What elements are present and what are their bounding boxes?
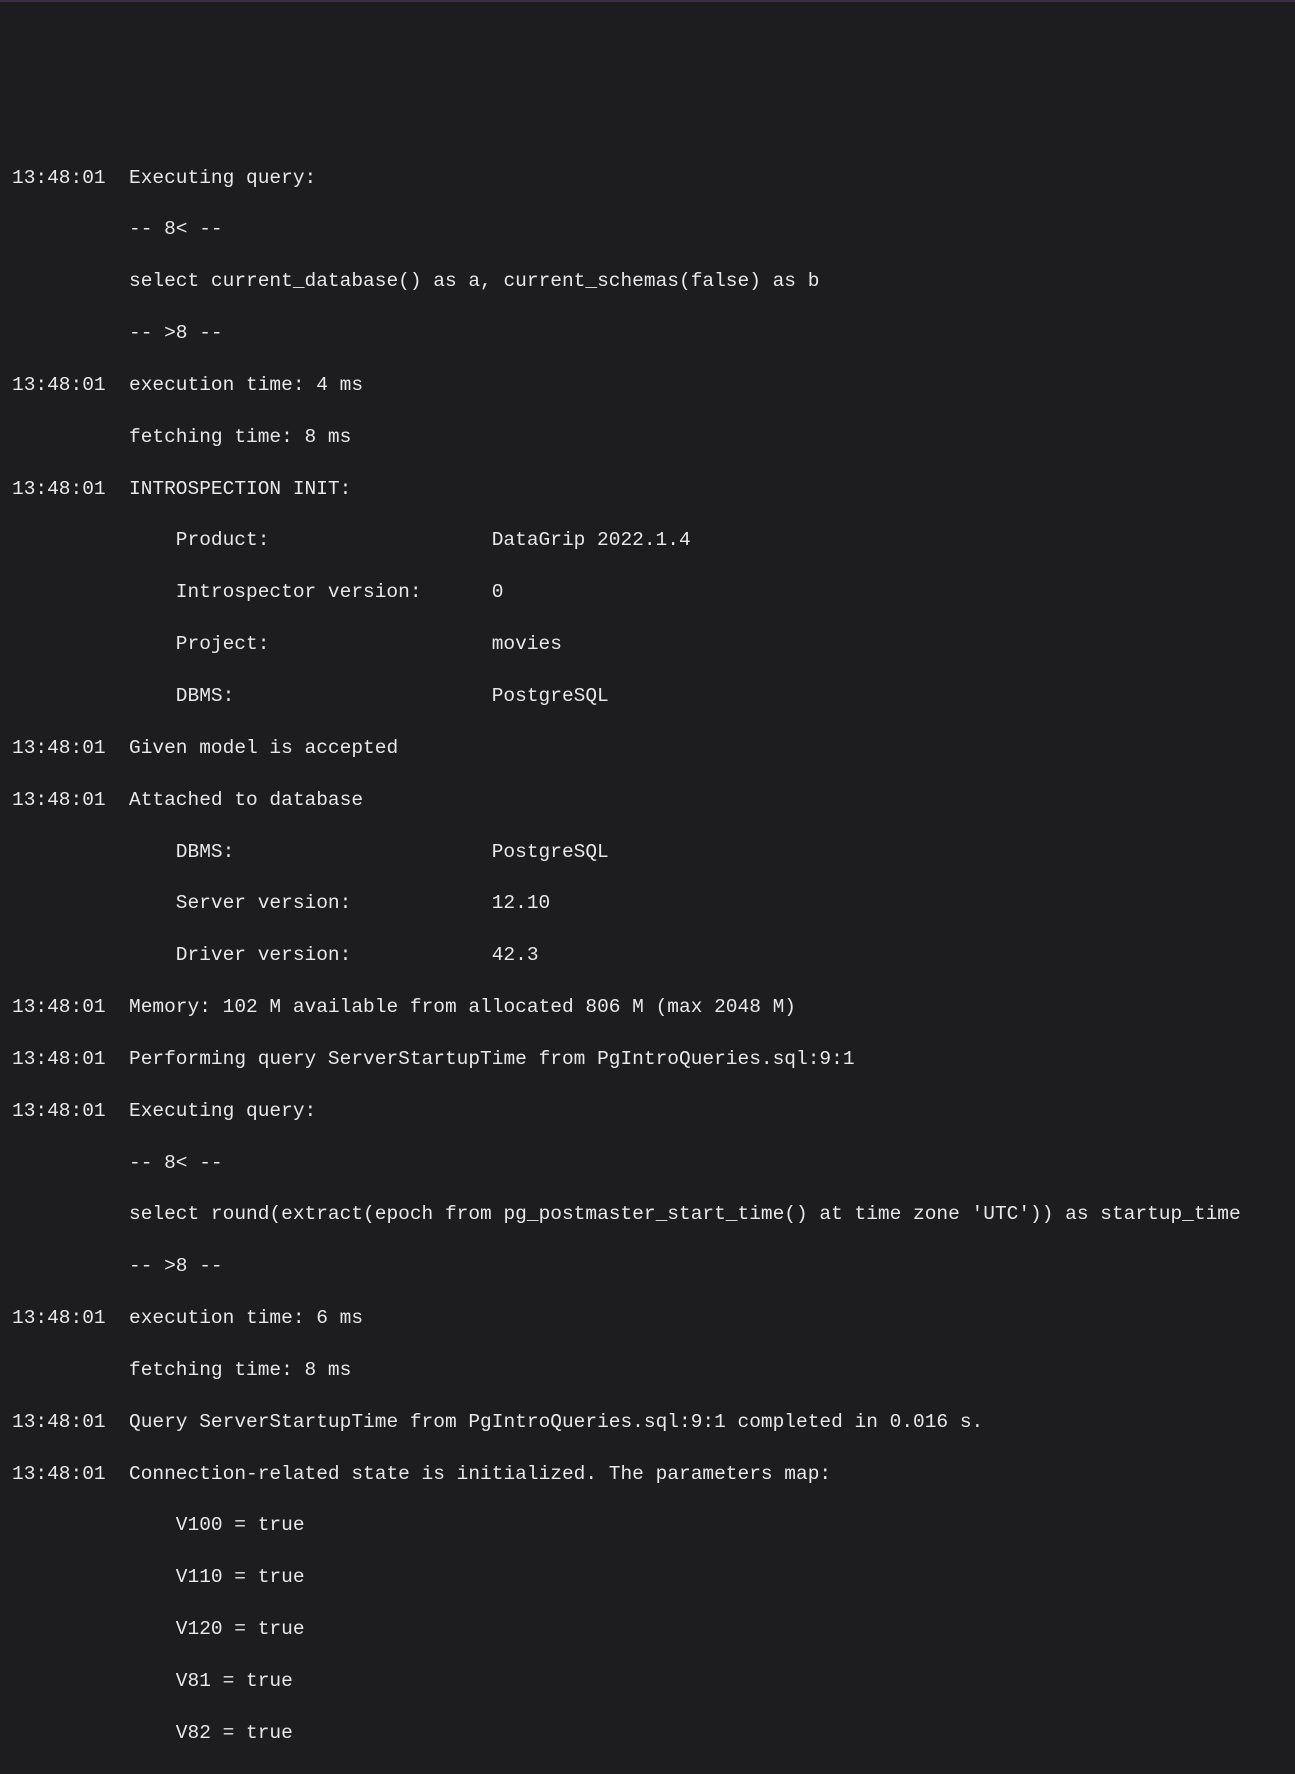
log-line: DBMS:PostgreSQL: [12, 684, 1283, 710]
log-line: 13:48:01 execution time: 4 ms: [12, 373, 1283, 399]
log-message: fetching time: 8 ms: [129, 1358, 1283, 1384]
log-message: DBMS:PostgreSQL: [129, 684, 1283, 710]
timestamp: 13:48:01: [12, 1047, 106, 1073]
log-line: -- >8 --: [12, 321, 1283, 347]
log-message: execution time: 6 ms: [129, 1306, 1283, 1332]
log-line: 13:48:01 INTROSPECTION INIT:: [12, 477, 1283, 503]
kv-key: DBMS:: [176, 684, 492, 710]
log-line: 13:48:01 Executing query:: [12, 166, 1283, 192]
timestamp: 13:48:01: [12, 373, 106, 399]
kv-value: 42.3: [492, 944, 539, 966]
timestamp: 13:48:01: [12, 166, 106, 192]
timestamp: 13:48:01: [12, 1462, 106, 1488]
log-line: 13:48:01 Query ServerStartupTime from PgI…: [12, 1410, 1283, 1436]
log-line: select round(extract(epoch from pg_postm…: [12, 1202, 1283, 1228]
log-line: Project:movies: [12, 632, 1283, 658]
timestamp: 13:48:01: [12, 995, 106, 1021]
sql-text: select round(extract(epoch from pg_postm…: [129, 1203, 1241, 1225]
log-line: V83 = true: [12, 1773, 1283, 1774]
log-line: DBMS:PostgreSQL: [12, 840, 1283, 866]
log-line: 13:48:01 Memory: 102 M available from all…: [12, 995, 1283, 1021]
log-line: -- 8< --: [12, 1151, 1283, 1177]
log-line: fetching time: 8 ms: [12, 1358, 1283, 1384]
log-message: Server version:12.10: [129, 891, 1283, 917]
log-line: 13:48:01 Given model is accepted: [12, 736, 1283, 762]
log-line: Driver version:42.3: [12, 943, 1283, 969]
log-message: Attached to database: [129, 788, 1283, 814]
kv-value: 12.10: [492, 892, 551, 914]
log-message: -- 8< --: [129, 217, 1283, 243]
log-line: Product:DataGrip 2022.1.4: [12, 528, 1283, 554]
log-line: -- 8< --: [12, 217, 1283, 243]
log-message: Query ServerStartupTime from PgIntroQuer…: [129, 1410, 1283, 1436]
kv-value: DataGrip 2022.1.4: [492, 529, 691, 551]
kv-key: Driver version:: [176, 943, 492, 969]
log-message: Introspector version:0: [129, 580, 1283, 606]
kv-key: Introspector version:: [176, 580, 492, 606]
kv-key: Project:: [176, 632, 492, 658]
log-line: Introspector version:0: [12, 580, 1283, 606]
log-message: V83 = true: [129, 1773, 1283, 1774]
log-line: select current_database() as a, current_…: [12, 269, 1283, 295]
sql-text: select current_database() as a, current_…: [129, 269, 1283, 295]
log-message: Project:movies: [129, 632, 1283, 658]
log-line: 13:48:01 Attached to database: [12, 788, 1283, 814]
log-line: fetching time: 8 ms: [12, 425, 1283, 451]
timestamp: 13:48:01: [12, 1099, 106, 1125]
log-message: Connection-related state is initialized.…: [129, 1462, 1283, 1488]
log-line: V82 = true: [12, 1721, 1283, 1747]
timestamp: 13:48:01: [12, 1410, 106, 1436]
log-message: Executing query:: [129, 1099, 1283, 1125]
log-message: V120 = true: [129, 1617, 1283, 1643]
log-message: Executing query:: [129, 166, 1283, 192]
log-line: V110 = true: [12, 1565, 1283, 1591]
log-message: Performing query ServerStartupTime from …: [129, 1047, 1283, 1073]
log-line: Server version:12.10: [12, 891, 1283, 917]
timestamp: 13:48:01: [12, 788, 106, 814]
param-entry: V82 = true: [176, 1722, 293, 1744]
param-entry: V81 = true: [176, 1670, 293, 1692]
log-message: Driver version:42.3: [129, 943, 1283, 969]
log-line: 13:48:01 Performing query ServerStartupTi…: [12, 1047, 1283, 1073]
log-message: Product:DataGrip 2022.1.4: [129, 528, 1283, 554]
kv-key: Server version:: [176, 891, 492, 917]
log-output[interactable]: 13:48:01 Executing query: -- 8< -- select…: [12, 114, 1283, 1774]
log-message: V82 = true: [129, 1721, 1283, 1747]
log-message: DBMS:PostgreSQL: [129, 840, 1283, 866]
log-message: V110 = true: [129, 1565, 1283, 1591]
log-message: -- >8 --: [129, 1254, 1283, 1280]
log-message: execution time: 4 ms: [129, 373, 1283, 399]
log-message: V81 = true: [129, 1669, 1283, 1695]
log-message: -- 8< --: [129, 1151, 1283, 1177]
kv-value: 0: [492, 581, 504, 603]
kv-value: PostgreSQL: [492, 841, 609, 863]
param-entry: V100 = true: [176, 1514, 305, 1536]
log-line: -- >8 --: [12, 1254, 1283, 1280]
log-message: V100 = true: [129, 1513, 1283, 1539]
log-message: -- >8 --: [129, 321, 1283, 347]
log-line: 13:48:01 execution time: 6 ms: [12, 1306, 1283, 1332]
timestamp: 13:48:01: [12, 1306, 106, 1332]
kv-value: PostgreSQL: [492, 685, 609, 707]
kv-value: movies: [492, 633, 562, 655]
timestamp: 13:48:01: [12, 736, 106, 762]
log-line: V81 = true: [12, 1669, 1283, 1695]
log-message: fetching time: 8 ms: [129, 425, 1283, 451]
log-line: 13:48:01 Connection-related state is init…: [12, 1462, 1283, 1488]
log-line: V100 = true: [12, 1513, 1283, 1539]
timestamp: 13:48:01: [12, 477, 106, 503]
kv-key: DBMS:: [176, 840, 492, 866]
log-line: V120 = true: [12, 1617, 1283, 1643]
kv-key: Product:: [176, 528, 492, 554]
log-message: Given model is accepted: [129, 736, 1283, 762]
param-entry: V110 = true: [176, 1566, 305, 1588]
param-entry: V120 = true: [176, 1618, 305, 1640]
log-message: INTROSPECTION INIT:: [129, 477, 1283, 503]
log-message: Memory: 102 M available from allocated 8…: [129, 995, 1283, 1021]
log-line: 13:48:01 Executing query:: [12, 1099, 1283, 1125]
